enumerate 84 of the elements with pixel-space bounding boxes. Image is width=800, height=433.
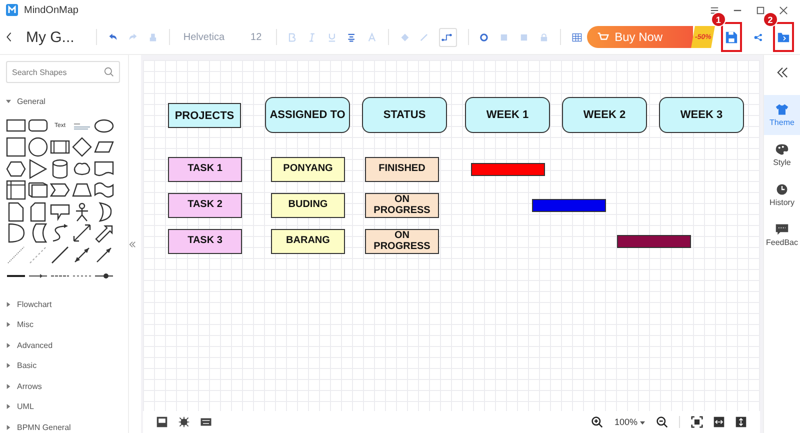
cart-icon: [596, 32, 609, 42]
keyboard-icon[interactable]: [200, 416, 212, 428]
maximize-icon[interactable]: [756, 6, 765, 14]
sidebar-tab[interactable]: Style: [764, 135, 800, 175]
save-icon[interactable]: [725, 30, 738, 44]
menu-icon[interactable]: [710, 6, 719, 14]
palette-icon: [775, 143, 789, 156]
caret-right-icon: [6, 342, 11, 348]
fit-screen-icon[interactable]: [691, 416, 703, 428]
caret-down-icon: [6, 98, 11, 104]
sidebar-tab[interactable]: History: [764, 175, 800, 215]
callout-badge: 2: [762, 12, 778, 27]
square-icon[interactable]: [6, 137, 26, 157]
folder-icon[interactable]: [776, 30, 790, 44]
fit-height-icon[interactable]: [735, 416, 747, 428]
assignee-node: BARANG: [271, 229, 345, 254]
shape-category[interactable]: Misc: [6, 314, 128, 335]
caret-right-icon: [6, 424, 11, 430]
task-node: TASK 2: [168, 193, 242, 218]
status-node: ON PROGRESS: [365, 229, 439, 254]
search-icon: [104, 67, 114, 77]
search-field[interactable]: Search Shapes: [6, 61, 120, 83]
header-node: ASSIGNED TO: [265, 97, 350, 133]
cylinder-icon[interactable]: [50, 158, 70, 178]
zoom-in-icon[interactable]: [591, 416, 604, 428]
shape-category[interactable]: Flowchart: [6, 294, 128, 314]
double-arrow-icon[interactable]: [72, 223, 92, 243]
note-icon[interactable]: [6, 202, 26, 222]
shape-category[interactable]: Arrows: [6, 376, 128, 396]
connector-icon[interactable]: [439, 28, 457, 46]
app-logo-icon: [6, 4, 18, 16]
tape-icon[interactable]: [94, 180, 114, 200]
triangle-icon[interactable]: [28, 158, 48, 178]
shape-category[interactable]: Advanced: [6, 335, 128, 356]
header-node: WEEK 1: [465, 97, 550, 133]
document-icon[interactable]: [94, 158, 114, 178]
internal-storage-icon[interactable]: [6, 180, 26, 200]
sidebar-tab[interactable]: FeedBac: [764, 215, 800, 255]
callout-icon[interactable]: [50, 202, 70, 222]
task-node: TASK 1: [168, 157, 242, 182]
image-icon[interactable]: [156, 416, 168, 428]
arrow-line-icon[interactable]: [94, 244, 114, 264]
card-icon[interactable]: [28, 202, 48, 222]
close-icon[interactable]: [779, 6, 788, 14]
task-node: TASK 3: [168, 229, 242, 254]
app-title: MindOnMap: [24, 4, 80, 16]
header-node: STATUS: [362, 97, 447, 133]
callout-badge: 1: [710, 12, 726, 27]
shape-category[interactable]: UML: [6, 396, 128, 417]
back-icon[interactable]: [6, 30, 12, 44]
collapse-panel-icon[interactable]: [776, 67, 788, 78]
hexagon-icon[interactable]: [6, 158, 26, 178]
shirt-icon: [775, 103, 789, 116]
zoom-level-dropdown[interactable]: 100%: [614, 417, 645, 427]
fit-width-icon[interactable]: [713, 416, 725, 428]
caret-right-icon: [6, 322, 11, 328]
zoom-out-icon[interactable]: [656, 416, 668, 428]
shape-category[interactable]: Basic: [6, 356, 128, 376]
sidebar-tab[interactable]: Theme: [764, 95, 800, 135]
document-title: My G...: [26, 28, 74, 46]
caret-right-icon: [6, 384, 11, 389]
caret-right-icon: [6, 404, 11, 410]
curved-arrow-icon[interactable]: [50, 223, 70, 243]
caret-right-icon: [6, 302, 11, 307]
header-node: WEEK 2: [562, 97, 647, 133]
double-arrow-line-icon[interactable]: [72, 244, 92, 264]
assignee-node: BUDING: [271, 193, 345, 218]
status-node: ON PROGRESS: [365, 193, 439, 218]
shape-category[interactable]: General: [6, 91, 128, 112]
block-arrow-icon[interactable]: [94, 223, 114, 243]
diamond-icon[interactable]: [72, 137, 92, 157]
circle-icon[interactable]: [28, 137, 48, 157]
header-node: WEEK 3: [659, 97, 744, 133]
line-icon[interactable]: [50, 244, 70, 264]
caret-right-icon: [6, 363, 11, 368]
caret-icon: [640, 421, 645, 425]
cube-icon[interactable]: [28, 180, 48, 200]
feedback-icon: [775, 223, 789, 236]
assignee-node: PONYANG: [271, 157, 345, 182]
clock-icon: [775, 183, 789, 196]
status-node: FINISHED: [365, 157, 439, 182]
collapse-icon[interactable]: [129, 240, 136, 248]
shape-category[interactable]: BPMN General: [6, 417, 128, 433]
header-node: PROJECTS: [168, 103, 241, 128]
